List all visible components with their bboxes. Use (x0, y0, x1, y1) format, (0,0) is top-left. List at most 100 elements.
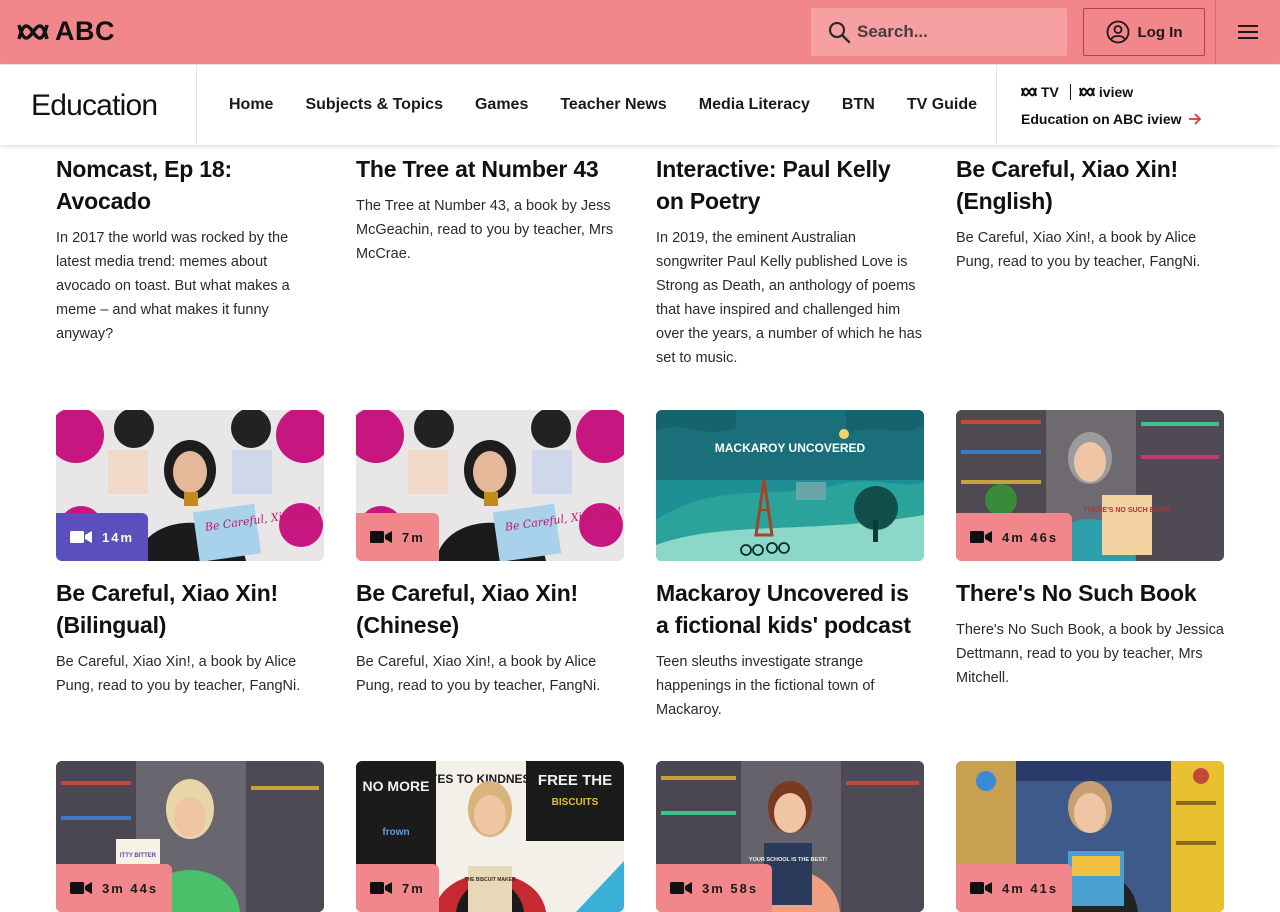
card-description: Be Careful, Xiao Xin!, a book by Alice P… (56, 654, 301, 694)
nav-link-home[interactable]: Home (213, 96, 289, 114)
video-camera-icon (670, 882, 692, 894)
video-duration: 4m 41s (1002, 880, 1059, 896)
content-card: 4m 41s (956, 761, 1224, 912)
logo-divider (1069, 84, 1071, 100)
search-input[interactable] (857, 22, 1057, 42)
education-section-title[interactable]: Education (31, 89, 158, 123)
thumbnail-image: MACKAROY UNCOVERED (656, 410, 924, 561)
card-title[interactable]: Nomcast, Ep 18: Avocado (56, 153, 324, 217)
abc-tv-logo-text: TV (1041, 84, 1059, 100)
card-description: Teen sleuths investigate strange happeni… (656, 654, 875, 718)
content-card: YOUR SCHOOL IS THE BEST! 3m 58s (656, 761, 924, 912)
book-cover-text: ITTY BITTER (120, 853, 157, 859)
nav-link-games[interactable]: Games (459, 96, 544, 114)
nav-links: Home Subjects & Topics Games Teacher New… (213, 65, 993, 145)
abc-tv-iview-logos: TV iview (1021, 84, 1133, 100)
education-on-iview-label: Education on ABC iview (1021, 111, 1182, 127)
card-title[interactable]: Be Careful, Xiao Xin! (English) (956, 153, 1224, 217)
podcast-thumbnail[interactable]: MACKAROY UNCOVERED (656, 410, 924, 561)
content-card: Interactive: Paul Kelly on Poetry In 201… (656, 137, 924, 370)
video-thumbnail[interactable]: Be Careful, Xiao Xin! 7m (356, 410, 624, 561)
card-description: In 2017 the world was rocked by the late… (56, 230, 290, 342)
card-title[interactable]: The Tree at Number 43 (356, 153, 624, 185)
video-thumbnail[interactable]: THERE'S NO SUCH BOOK 4m 46s (956, 410, 1224, 561)
content-card: MACKAROY UNCOVERED Mackaroy Uncovered is… (656, 410, 924, 722)
video-duration-badge: 4m 46s (956, 513, 1073, 561)
video-thumbnail[interactable]: NO MORE YES TO KINDNESS FREE THE BISCUIT… (356, 761, 624, 912)
content-card: Be Careful, Xiao Xin! (English) Be Caref… (956, 137, 1224, 274)
book-cover-text: THERE'S NO SUCH BOOK (1083, 507, 1170, 514)
video-duration: 3m 58s (702, 880, 759, 896)
book-cover-text: YOUR SCHOOL IS THE BEST! (749, 857, 827, 863)
abc-logo[interactable]: ABC (17, 18, 115, 45)
nav-divider-right (996, 65, 997, 145)
card-description: There's No Such Book, a book by Jessica … (956, 622, 1224, 686)
video-duration-badge: 7m (356, 513, 439, 561)
abc-lissajous-icon (17, 23, 49, 40)
nav-link-subjects-topics[interactable]: Subjects & Topics (289, 96, 459, 114)
nav-link-tv-guide[interactable]: TV Guide (891, 96, 993, 114)
poster-text: FREE THE (538, 772, 612, 789)
card-title[interactable]: Mackaroy Uncovered is a fictional kids' … (656, 577, 924, 641)
card-description: In 2019, the eminent Australian songwrit… (656, 230, 922, 366)
video-thumbnail[interactable]: ITTY BITTER 3m 44s (56, 761, 324, 912)
abc-logo-text: ABC (55, 16, 115, 46)
menu-divider (1215, 0, 1216, 64)
top-bar: ABC Log In (0, 0, 1280, 64)
video-duration: 7m (402, 880, 425, 896)
menu-button[interactable] (1230, 20, 1266, 44)
content-card: ITTY BITTER 3m 44s (56, 761, 324, 912)
video-camera-icon (70, 882, 92, 894)
log-in-button[interactable]: Log In (1083, 8, 1205, 56)
video-camera-icon (70, 531, 92, 543)
nav-divider (196, 65, 197, 145)
education-on-iview-link[interactable]: Education on ABC iview (1021, 111, 1202, 127)
video-camera-icon (970, 882, 992, 894)
abc-iview-logo-icon (1078, 87, 1095, 97)
content-card: Nomcast, Ep 18: Avocado In 2017 the worl… (56, 137, 324, 346)
video-thumbnail[interactable]: Be Careful, Xiao Xin! 14m (56, 410, 324, 561)
search-icon (828, 21, 851, 44)
podcast-title-text: MACKAROY UNCOVERED (715, 441, 866, 455)
log-in-label: Log In (1137, 23, 1183, 41)
search-box[interactable] (811, 8, 1067, 56)
content-card: THERE'S NO SUCH BOOK 4m 46s There's No S… (956, 410, 1224, 690)
abc-iview-logo-text: iview (1098, 84, 1134, 100)
content-card: Be Careful, Xiao Xin! 14m Be Careful, Xi… (56, 410, 324, 698)
card-title[interactable]: There's No Such Book (956, 577, 1224, 609)
video-duration: 4m 46s (1002, 529, 1059, 545)
poster-text: frown (382, 827, 409, 838)
video-camera-icon (370, 531, 392, 543)
video-camera-icon (970, 531, 992, 543)
video-duration-badge: 3m 58s (656, 864, 773, 912)
card-title[interactable]: Be Careful, Xiao Xin! (Chinese) (356, 577, 624, 641)
poster-text: BISCUITS (552, 797, 599, 808)
arrow-right-icon (1188, 113, 1201, 125)
card-description: Be Careful, Xiao Xin!, a book by Alice P… (356, 654, 601, 694)
hamburger-menu-icon (1238, 25, 1258, 39)
video-thumbnail[interactable]: 4m 41s (956, 761, 1224, 912)
content-card: NO MORE YES TO KINDNESS FREE THE BISCUIT… (356, 761, 624, 912)
user-icon (1106, 20, 1129, 44)
card-title[interactable]: Interactive: Paul Kelly on Poetry (656, 153, 924, 217)
video-duration: 7m (402, 529, 425, 545)
video-thumbnail[interactable]: YOUR SCHOOL IS THE BEST! 3m 58s (656, 761, 924, 912)
video-camera-icon (370, 882, 392, 894)
video-duration-badge: 7m (356, 864, 439, 912)
video-duration-badge: 4m 41s (956, 864, 1073, 912)
nav-link-btn[interactable]: BTN (826, 96, 891, 114)
video-duration: 14m (102, 529, 135, 545)
video-duration: 3m 44s (102, 880, 159, 896)
nav-link-teacher-news[interactable]: Teacher News (544, 96, 682, 114)
card-description: Be Careful, Xiao Xin!, a book by Alice P… (956, 230, 1201, 270)
nav-link-media-literacy[interactable]: Media Literacy (683, 96, 826, 114)
poster-text: NO MORE (363, 778, 430, 794)
card-description: The Tree at Number 43, a book by Jess Mc… (356, 198, 614, 262)
content-card: The Tree at Number 43 The Tree at Number… (356, 137, 624, 266)
content-card: Be Careful, Xiao Xin! 7m Be Careful, Xia… (356, 410, 624, 698)
education-nav-bar: Education Home Subjects & Topics Games T… (0, 64, 1280, 145)
book-cover-text: THE BISCUIT MAKER (464, 877, 516, 883)
video-duration-badge: 3m 44s (56, 864, 173, 912)
video-duration-badge: 14m (56, 513, 149, 561)
card-title[interactable]: Be Careful, Xiao Xin! (Bilingual) (56, 577, 324, 641)
